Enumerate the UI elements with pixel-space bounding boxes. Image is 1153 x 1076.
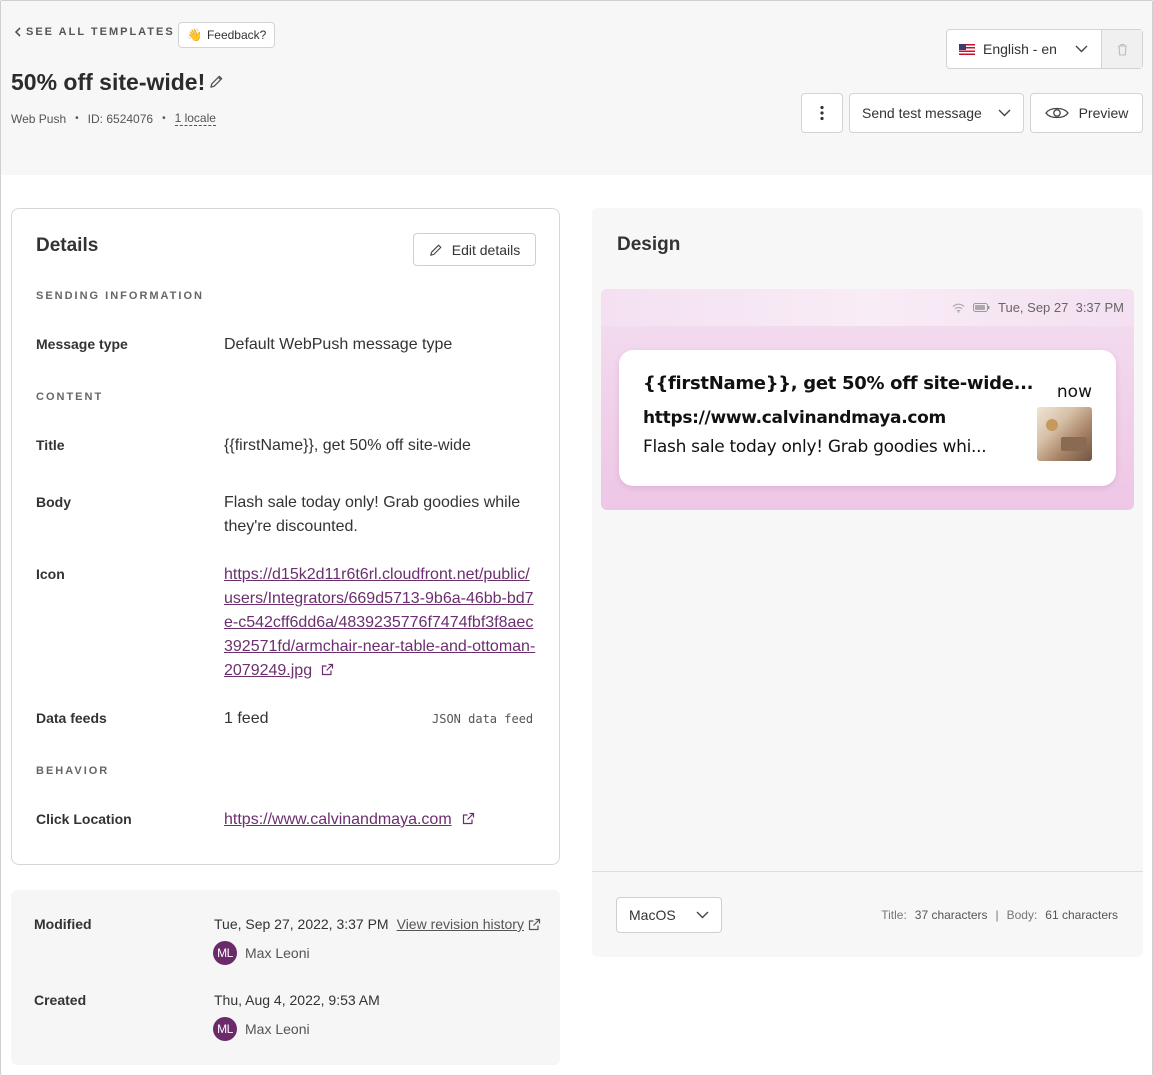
notification-body: Flash sale today only! Grab goodies whi.… bbox=[643, 437, 987, 457]
send-test-label: Send test message bbox=[862, 105, 982, 121]
template-id: ID: 6524076 bbox=[87, 111, 154, 126]
see-all-templates-link[interactable]: SEE ALL TEMPLATES bbox=[14, 26, 175, 38]
notification-time: now bbox=[1056, 382, 1092, 402]
page-frame: SEE ALL TEMPLATES 👋 Feedback? 50% off si… bbox=[0, 0, 1153, 1076]
separator-dot: • bbox=[75, 113, 79, 124]
data-feeds-value: 1 feed bbox=[224, 710, 269, 727]
language-value: English - en bbox=[983, 41, 1057, 57]
notification-url: https://www.calvinandmaya.com bbox=[643, 408, 946, 428]
revision-info-panel: Modified Tue, Sep 27, 2022, 3:37 PM View… bbox=[11, 890, 560, 1065]
details-title: Details bbox=[36, 235, 99, 256]
more-options-button[interactable] bbox=[801, 93, 843, 133]
notification-preview: Tue, Sep 27 3:37 PM {{firstName}}, get 5… bbox=[601, 289, 1134, 510]
design-panel: Design Tue, Sep 27 3:37 PM {{firstName}}… bbox=[592, 208, 1143, 957]
modified-by-user: ML Max Leoni bbox=[213, 941, 310, 965]
section-behavior: BEHAVIOR bbox=[36, 765, 110, 777]
preview-label: Preview bbox=[1078, 105, 1129, 121]
delete-locale-button[interactable] bbox=[1101, 30, 1142, 68]
chevron-down-icon bbox=[998, 109, 1011, 117]
user-name: Max Leoni bbox=[245, 1021, 310, 1037]
title-count-label: Title: bbox=[881, 908, 907, 922]
created-value: Thu, Aug 4, 2022, 9:53 AM bbox=[214, 992, 380, 1008]
details-card: Details Edit details SENDING INFORMATION… bbox=[11, 208, 560, 865]
section-content: CONTENT bbox=[36, 391, 104, 403]
channel-label: Web Push bbox=[11, 111, 67, 126]
design-title: Design bbox=[617, 234, 681, 255]
modified-label: Modified bbox=[34, 916, 92, 932]
icon-label: Icon bbox=[36, 566, 65, 582]
body-label: Body bbox=[36, 494, 71, 510]
page-title: 50% off site-wide! bbox=[11, 69, 206, 95]
edit-details-label: Edit details bbox=[451, 241, 521, 258]
chevron-down-icon bbox=[696, 911, 709, 919]
chevron-down-icon bbox=[1075, 45, 1088, 53]
body-count-value: 61 characters bbox=[1045, 908, 1118, 922]
data-feeds-label: Data feeds bbox=[36, 710, 107, 726]
feedback-label: Feedback? bbox=[206, 28, 267, 42]
created-label: Created bbox=[34, 992, 87, 1008]
body-count-label: Body: bbox=[1006, 908, 1038, 922]
title-count-value: 37 characters bbox=[914, 908, 988, 922]
count-separator: | bbox=[995, 908, 999, 922]
wifi-icon bbox=[952, 303, 965, 313]
pencil-icon bbox=[429, 244, 442, 256]
push-notification: {{firstName}}, get 50% off site-wide... … bbox=[619, 350, 1116, 486]
avatar: ML bbox=[213, 1017, 237, 1041]
status-time: Tue, Sep 27 3:37 PM bbox=[998, 300, 1124, 315]
click-location-label: Click Location bbox=[36, 811, 132, 827]
title-label: Title bbox=[36, 437, 65, 453]
external-link-icon[interactable] bbox=[321, 663, 334, 676]
user-name: Max Leoni bbox=[245, 945, 310, 961]
notification-title: {{firstName}}, get 50% off site-wide... bbox=[643, 373, 1034, 394]
title-value: {{firstName}}, get 50% off site-wide bbox=[224, 437, 471, 454]
modified-value: Tue, Sep 27, 2022, 3:37 PM View revision… bbox=[214, 916, 541, 932]
locale-count-link[interactable]: 1 locale bbox=[174, 111, 216, 126]
avatar: ML bbox=[213, 941, 237, 965]
body-value: Flash sale today only! Grab goodies whil… bbox=[224, 494, 521, 535]
macos-status-bar: Tue, Sep 27 3:37 PM bbox=[601, 289, 1134, 326]
external-link-icon[interactable] bbox=[462, 812, 475, 825]
click-location-link[interactable]: https://www.calvinandmaya.com bbox=[224, 811, 452, 828]
page-header: SEE ALL TEMPLATES 👋 Feedback? 50% off si… bbox=[1, 1, 1152, 175]
view-revision-history-link[interactable]: View revision history bbox=[397, 916, 524, 932]
modified-date: Tue, Sep 27, 2022, 3:37 PM bbox=[214, 916, 389, 932]
os-value: MacOS bbox=[629, 907, 676, 923]
back-label: SEE ALL TEMPLATES bbox=[26, 26, 175, 38]
section-sending-information: SENDING INFORMATION bbox=[36, 290, 204, 302]
created-date: Thu, Aug 4, 2022, 9:53 AM bbox=[214, 992, 380, 1008]
wave-icon: 👋 bbox=[187, 28, 202, 42]
created-by-user: ML Max Leoni bbox=[213, 1017, 310, 1041]
icon-value: https://d15k2d11r6t6rl.cloudfront.net/pu… bbox=[224, 563, 536, 683]
icon-url-link[interactable]: https://d15k2d11r6t6rl.cloudfront.net/pu… bbox=[224, 566, 535, 679]
click-location-value: https://www.calvinandmaya.com bbox=[224, 808, 536, 832]
language-dropdown[interactable]: English - en bbox=[947, 30, 1101, 68]
us-flag-icon bbox=[959, 43, 975, 55]
language-select[interactable]: English - en bbox=[946, 29, 1143, 69]
message-type-value: Default WebPush message type bbox=[224, 336, 453, 353]
template-meta: Web Push • ID: 6524076 • 1 locale bbox=[11, 111, 216, 126]
pencil-icon[interactable] bbox=[209, 74, 224, 94]
message-type-label: Message type bbox=[36, 336, 128, 352]
edit-details-button[interactable]: Edit details bbox=[413, 233, 536, 266]
notification-icon-image bbox=[1037, 407, 1092, 461]
character-counts: Title: 37 characters | Body: 61 characte… bbox=[881, 908, 1118, 922]
separator-dot: • bbox=[162, 113, 166, 124]
external-link-icon[interactable] bbox=[528, 918, 541, 931]
battery-icon bbox=[973, 303, 990, 312]
design-footer-divider bbox=[592, 871, 1143, 872]
send-test-message-button[interactable]: Send test message bbox=[849, 93, 1024, 133]
os-select[interactable]: MacOS bbox=[616, 897, 722, 933]
preview-button[interactable]: Preview bbox=[1030, 93, 1143, 133]
trash-icon bbox=[1117, 43, 1127, 56]
data-feed-type: JSON data feed bbox=[432, 712, 534, 726]
kebab-icon bbox=[820, 105, 824, 121]
eye-icon bbox=[1044, 107, 1069, 119]
feedback-button[interactable]: 👋 Feedback? bbox=[178, 22, 276, 48]
chevron-left-icon bbox=[14, 27, 21, 37]
